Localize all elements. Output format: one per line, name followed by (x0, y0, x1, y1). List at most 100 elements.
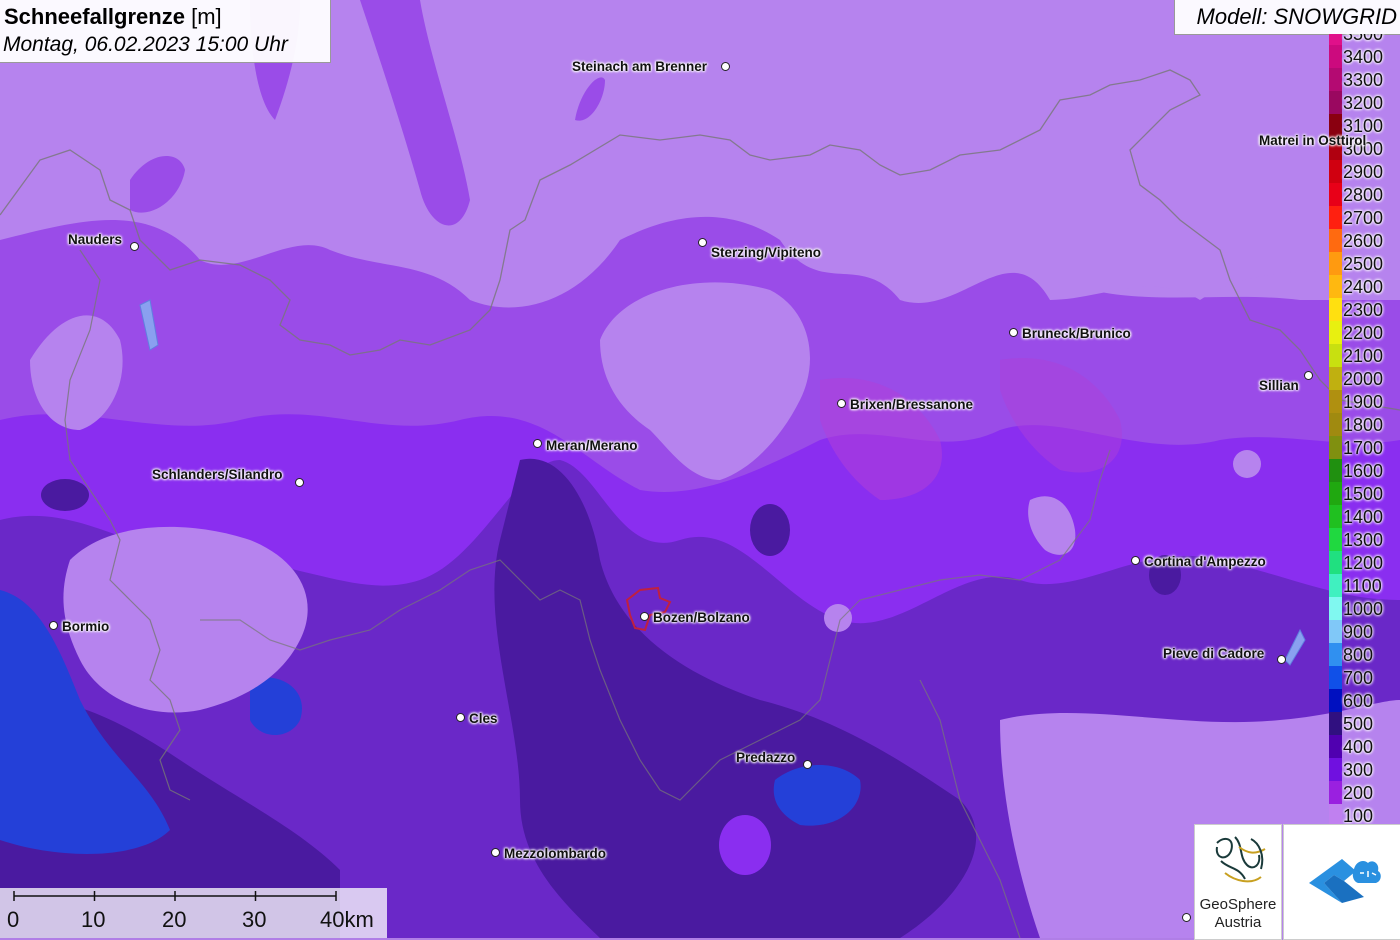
legend-row: 1800 (1329, 413, 1400, 436)
city-label[interactable]: Predazzo (736, 750, 795, 765)
legend-row: 1400 (1329, 505, 1400, 528)
legend-row: 1600 (1329, 459, 1400, 482)
app-logo[interactable] (1283, 824, 1400, 940)
legend-row: 800 (1329, 643, 1400, 666)
city-dot[interactable] (837, 399, 846, 408)
city-label[interactable]: Matrei in Osttirol (1259, 133, 1366, 148)
city-label[interactable]: Cles (469, 711, 498, 726)
city-label[interactable]: Schlanders/Silandro (152, 467, 283, 482)
city-label[interactable]: Cortina d'Ampezzo (1144, 554, 1266, 569)
city-label[interactable]: Sterzing/Vipiteno (711, 245, 821, 260)
city-label[interactable]: Nauders (68, 232, 122, 247)
dark-blob-center (750, 504, 790, 556)
legend-label: 2600 (1343, 231, 1384, 251)
legend-swatch (1329, 528, 1342, 551)
legend-swatch (1329, 298, 1342, 321)
legend-label: 3400 (1343, 47, 1384, 67)
legend-label: 900 (1343, 622, 1374, 642)
legend-swatch (1329, 781, 1342, 804)
legend-swatch (1329, 436, 1342, 459)
legend-label: 2400 (1343, 277, 1384, 297)
scale-label-30: 30 (242, 907, 267, 932)
legend-label: 200 (1343, 783, 1374, 803)
light-blob-sillian (1233, 450, 1261, 478)
city-dot[interactable] (533, 439, 542, 448)
geosphere-country: Austria (1214, 914, 1262, 931)
legend-label: 1400 (1343, 507, 1384, 527)
legend-row: 1000 (1329, 597, 1400, 620)
city-label[interactable]: Sillian (1259, 378, 1299, 393)
geosphere-emblem-icon (1215, 836, 1266, 883)
legend-row: 2000 (1329, 367, 1400, 390)
legend-row: 1100 (1329, 574, 1400, 597)
map-title: Schneefallgrenze [m] (4, 4, 222, 30)
legend-label: 3200 (1343, 93, 1384, 113)
legend-swatch (1329, 804, 1342, 824)
city-dot[interactable] (721, 62, 730, 71)
scale-label-40km: 40km (320, 907, 374, 932)
city-label[interactable]: Meran/Merano (546, 438, 638, 453)
city-dot[interactable] (1277, 655, 1286, 664)
city-label[interactable]: Bozen/Bolzano (653, 610, 750, 625)
legend-swatch (1329, 620, 1342, 643)
dark-blob-schlanders (41, 479, 89, 511)
legend-label: 100 (1343, 806, 1374, 824)
legend-label: 1200 (1343, 553, 1384, 573)
city-label[interactable]: Mezzolombardo (504, 846, 606, 861)
legend-row: 1500 (1329, 482, 1400, 505)
legend-label: 2100 (1343, 346, 1384, 366)
city-dot[interactable] (640, 612, 649, 621)
legend-swatch (1329, 183, 1342, 206)
legend-row: 3400 (1329, 45, 1400, 68)
city-dot[interactable] (698, 238, 707, 247)
legend-label: 2800 (1343, 185, 1384, 205)
city-dot[interactable] (803, 760, 812, 769)
legend-row: 400 (1329, 735, 1400, 758)
legend-swatch (1329, 68, 1342, 91)
legend-swatch (1329, 574, 1342, 597)
legend-row: 1700 (1329, 436, 1400, 459)
city-label[interactable]: Brixen/Bressanone (850, 397, 973, 412)
title-box: Schneefallgrenze [m] Montag, 06.02.2023 … (0, 0, 331, 63)
legend-row: 2900 (1329, 160, 1400, 183)
city-label[interactable]: Bormio (62, 619, 109, 634)
geosphere-logo[interactable]: GeoSphere Austria (1194, 824, 1282, 940)
legend-label: 1700 (1343, 438, 1384, 458)
model-box: Modell: SNOWGRID (1174, 0, 1400, 35)
legend-label: 1300 (1343, 530, 1384, 550)
city-dot[interactable] (1009, 328, 1018, 337)
legend-row: 200 (1329, 781, 1400, 804)
legend-swatch (1329, 459, 1342, 482)
city-dot[interactable] (49, 621, 58, 630)
city-dot[interactable] (130, 242, 139, 251)
model-label: Modell: SNOWGRID (1196, 4, 1397, 29)
legend-label: 2700 (1343, 208, 1384, 228)
city-dot[interactable] (456, 713, 465, 722)
legend-swatch (1329, 689, 1342, 712)
legend-swatch (1329, 551, 1342, 574)
legend-swatch (1329, 758, 1342, 781)
color-legend: 3500 3400 3300 3200 3100 3000 2900 2800 2700 2600… (1329, 34, 1400, 824)
legend-label: 2000 (1343, 369, 1384, 389)
city-dot-unlabeled (1182, 913, 1191, 922)
legend-label: 2300 (1343, 300, 1384, 320)
legend-swatch (1329, 597, 1342, 620)
legend-row: 2300 (1329, 298, 1400, 321)
city-dot[interactable] (295, 478, 304, 487)
city-label[interactable]: Steinach am Brenner (572, 59, 707, 74)
legend-row: 3500 (1329, 34, 1400, 45)
legend-label: 3500 (1343, 34, 1384, 44)
legend-swatch (1329, 229, 1342, 252)
legend-swatch (1329, 252, 1342, 275)
scale-bar: 0 10 20 30 40km (0, 888, 387, 938)
city-label[interactable]: Pieve di Cadore (1163, 646, 1264, 661)
city-dot[interactable] (491, 848, 500, 857)
legend-row: 2800 (1329, 183, 1400, 206)
city-dot[interactable] (1131, 556, 1140, 565)
legend-label: 2200 (1343, 323, 1384, 343)
city-dot[interactable] (1304, 371, 1313, 380)
legend-swatch (1329, 160, 1342, 183)
city-label[interactable]: Bruneck/Brunico (1022, 326, 1131, 341)
legend-swatch (1329, 643, 1342, 666)
legend-row: 2400 (1329, 275, 1400, 298)
